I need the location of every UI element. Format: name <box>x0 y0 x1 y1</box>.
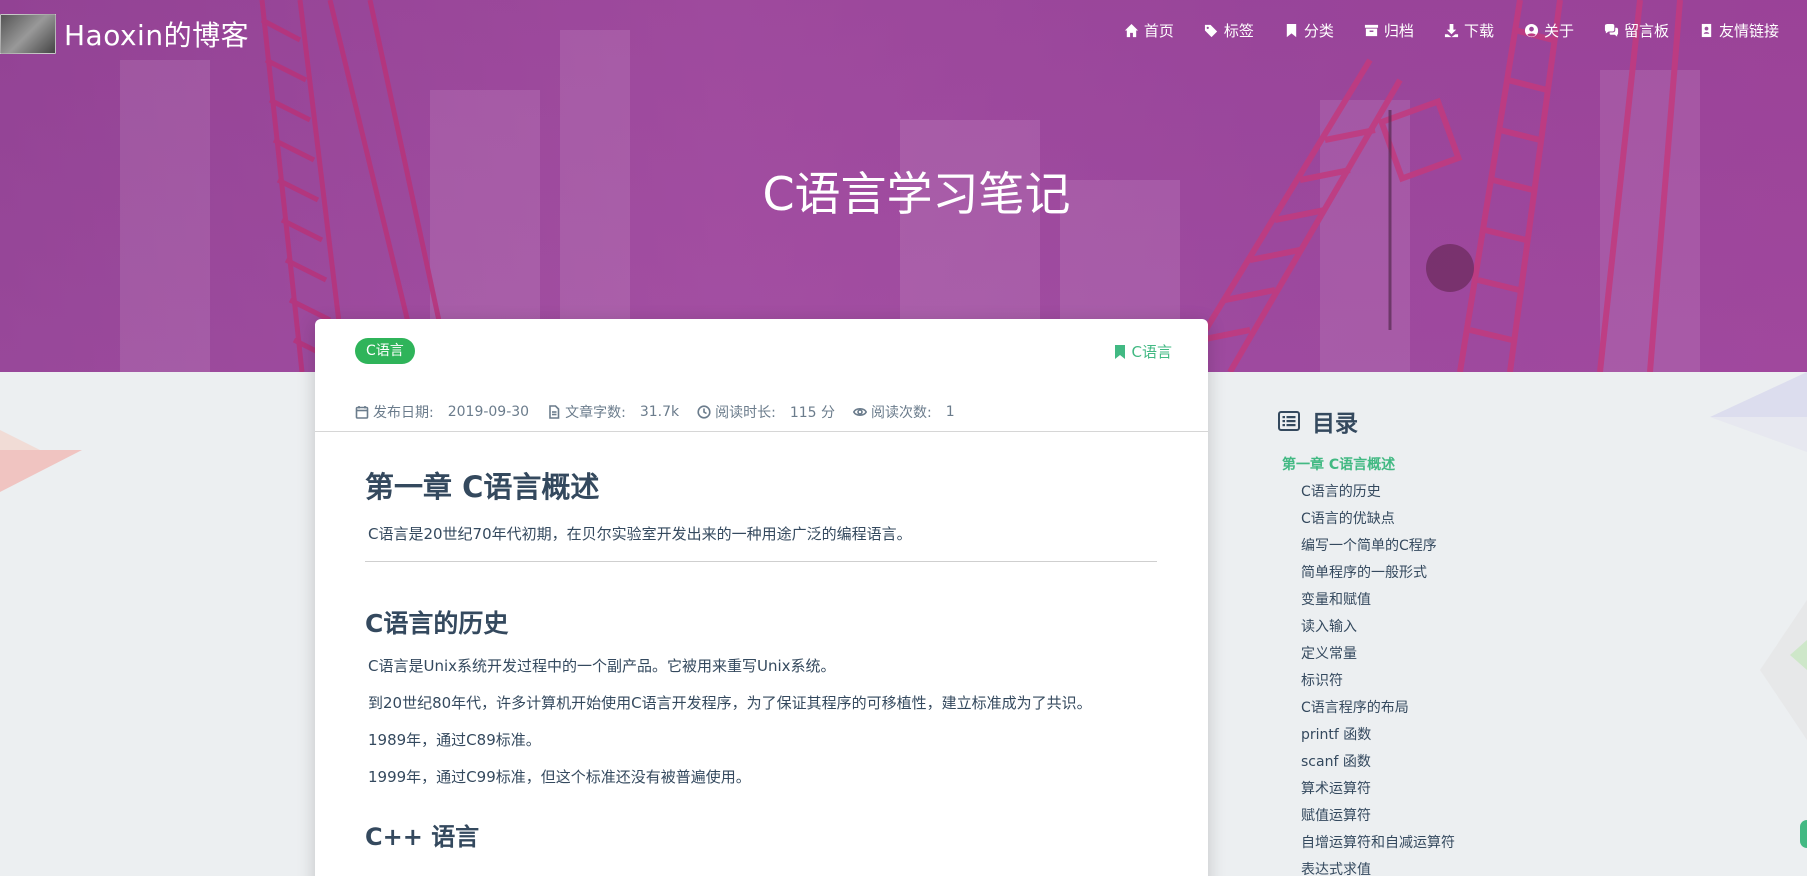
post-category-link[interactable]: C语言 <box>1114 341 1172 362</box>
meta-date-label: 发布日期: <box>373 405 434 421</box>
post-meta: 发布日期: 2019-09-30 文章字数: 31.7k 阅读时长: 115 分… <box>355 402 955 422</box>
meta-words: 文章字数: 31.7k <box>547 402 679 422</box>
toc-item-identifiers[interactable]: 标识符 <box>1278 668 1578 695</box>
toc-item-pros-cons[interactable]: C语言的优缺点 <box>1278 506 1578 533</box>
post-category-label: C语言 <box>1131 343 1172 361</box>
paragraph-history-1: C语言是Unix系统开发过程中的一个副产品。它被用来重写Unix系统。 <box>368 657 836 675</box>
nav-home[interactable]: 首页 <box>1124 20 1174 41</box>
nav-download-label: 下载 <box>1463 22 1494 40</box>
bookmark-icon <box>1286 23 1297 38</box>
paragraph-history-3: 1989年，通过C89标准。 <box>368 731 541 749</box>
meta-read-time: 阅读时长: 115 分 <box>697 402 835 422</box>
toc-item-increment[interactable]: 自增运算符和自减运算符 <box>1278 830 1578 857</box>
paragraph-history-4: 1999年，通过C99标准，但这个标准还没有被普遍使用。 <box>368 768 751 786</box>
bookmark-icon <box>1114 344 1125 359</box>
file-text-icon <box>549 405 560 419</box>
heading-chapter-1: 第一章 C语言概述 <box>365 470 600 504</box>
calendar-icon <box>355 406 369 419</box>
toc-title: 目录 <box>1312 411 1358 437</box>
content-divider <box>365 561 1157 562</box>
meta-views-value: 1 <box>945 404 955 420</box>
post-tag-badge[interactable]: C语言 <box>355 338 415 364</box>
toc-item-scanf[interactable]: scanf 函数 <box>1278 749 1578 776</box>
nav-about[interactable]: 关于 <box>1524 20 1574 41</box>
download-icon <box>1444 23 1458 38</box>
toc-header: 目录 <box>1278 404 1578 438</box>
nav-categories[interactable]: 分类 <box>1284 20 1334 41</box>
toc-item-expression[interactable]: 表达式求值 <box>1278 857 1578 876</box>
heading-history: C语言的历史 <box>365 609 509 638</box>
nav-friend-links[interactable]: 友情链接 <box>1699 20 1779 41</box>
list-icon <box>1278 411 1300 431</box>
nav-categories-label: 分类 <box>1303 22 1334 40</box>
toc-item-input[interactable]: 读入输入 <box>1278 614 1578 641</box>
decor-shard-right <box>1710 372 1807 452</box>
toc-item-program-form[interactable]: 简单程序的一般形式 <box>1278 560 1578 587</box>
decor-shard-left <box>0 430 82 492</box>
post-content: 第一章 C语言概述 C语言是20世纪70年代初期，在贝尔实验室开发出来的一种用途… <box>365 464 1157 868</box>
nav-friend-links-label: 友情链接 <box>1718 22 1779 40</box>
comments-icon <box>1604 23 1619 37</box>
meta-date-value: 2019-09-30 <box>447 404 530 420</box>
post-hero-title: C语言学习笔记 <box>762 167 1071 221</box>
meta-words-label: 文章字数: <box>565 405 626 421</box>
paragraph-intro: C语言是20世纪70年代初期，在贝尔实验室开发出来的一种用途广泛的编程语言。 <box>368 525 912 543</box>
toc-item-arithmetic[interactable]: 算术运算符 <box>1278 776 1578 803</box>
eye-icon <box>852 408 867 416</box>
meta-date: 发布日期: 2019-09-30 <box>355 402 529 422</box>
meta-read-label: 阅读时长: <box>715 405 776 421</box>
toc-item-assignment[interactable]: 赋值运算符 <box>1278 803 1578 830</box>
meta-words-value: 31.7k <box>639 404 680 420</box>
nav-tags[interactable]: 标签 <box>1204 20 1254 41</box>
toc-item-chapter-1[interactable]: 第一章 C语言概述 <box>1278 452 1578 479</box>
heading-cpp: C++ 语言 <box>365 823 480 851</box>
nav-about-label: 关于 <box>1543 22 1574 40</box>
scroll-to-top-hint[interactable] <box>1800 820 1807 848</box>
site-title[interactable]: Haoxin的博客 <box>64 14 249 54</box>
meta-read-value: 115 分 <box>789 405 835 421</box>
meta-views: 阅读次数: 1 <box>852 402 955 422</box>
site-logo[interactable]: Haoxin的博客 <box>0 14 249 54</box>
address-book-icon <box>1701 23 1712 38</box>
nav-guestbook[interactable]: 留言板 <box>1604 20 1669 41</box>
toc-item-variables[interactable]: 变量和赋值 <box>1278 587 1578 614</box>
nav-tags-label: 标签 <box>1223 22 1254 40</box>
nav-download[interactable]: 下载 <box>1444 20 1494 41</box>
toc-item-constants[interactable]: 定义常量 <box>1278 641 1578 668</box>
decor-shard-right-lower <box>1760 600 1807 740</box>
toc-item-history[interactable]: C语言的历史 <box>1278 479 1578 506</box>
home-icon <box>1124 23 1138 38</box>
toc-item-layout[interactable]: C语言程序的布局 <box>1278 695 1578 722</box>
user-circle-icon <box>1524 23 1539 38</box>
nav-guestbook-label: 留言板 <box>1623 22 1669 40</box>
table-of-contents: 目录 第一章 C语言概述 C语言的历史 C语言的优缺点 编写一个简单的C程序 简… <box>1278 404 1578 876</box>
paragraph-history-2: 到20世纪80年代，许多计算机开始使用C语言开发程序，为了保证其程序的可移植性，… <box>368 694 1092 712</box>
toc-item-printf[interactable]: printf 函数 <box>1278 722 1578 749</box>
nav-archive-label: 归档 <box>1383 22 1414 40</box>
card-divider <box>315 431 1208 432</box>
nav-home-label: 首页 <box>1143 22 1174 40</box>
toc-item-simple-program[interactable]: 编写一个简单的C程序 <box>1278 533 1578 560</box>
meta-views-label: 阅读次数: <box>870 405 932 421</box>
clock-icon <box>697 405 711 419</box>
tags-icon <box>1204 24 1218 38</box>
archive-icon <box>1364 24 1378 37</box>
post-card: C语言 C语言 发布日期: 2019-09-30 文章字数: 31.7k 阅读时… <box>315 319 1208 876</box>
main-nav: 首页 标签 分类 归档 下载 关于 留言板 友情链接 <box>1124 20 1779 41</box>
logo-image <box>0 14 56 54</box>
hero-banner: Haoxin的博客 首页 标签 分类 归档 下载 关于 留言板 友情链接 C语言… <box>0 0 1807 372</box>
nav-archive[interactable]: 归档 <box>1364 20 1414 41</box>
